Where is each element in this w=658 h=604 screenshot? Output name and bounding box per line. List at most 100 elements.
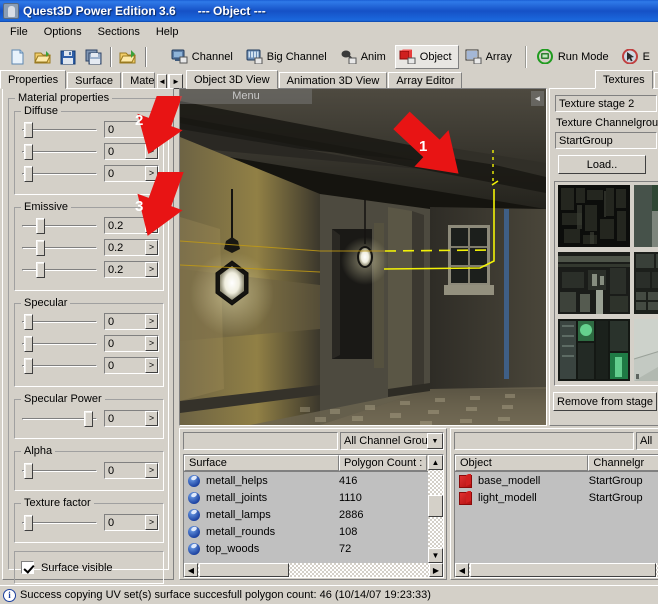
menu-options[interactable]: Options [36, 24, 90, 40]
emissive-value-r[interactable]: 0.2 > [104, 217, 159, 234]
toolbar-button-big-channel[interactable]: Big Channel [242, 45, 334, 69]
emissive-slider-g[interactable] [22, 240, 97, 256]
diffuse-slider-r[interactable] [22, 122, 97, 138]
tab-surface[interactable]: Surface [67, 72, 122, 89]
table-row[interactable]: metall_joints 1110 [184, 489, 443, 506]
table-row[interactable]: light_modell StartGroup [455, 489, 658, 506]
tab-textures[interactable]: Textures [595, 70, 653, 89]
viewport-collapse-icon[interactable]: ◄ [531, 91, 544, 106]
specular-slider-r[interactable] [22, 314, 97, 330]
object-list-horizontal-scrollbar[interactable]: ◀ [455, 563, 658, 577]
texture-stage-box[interactable]: Texture stage 2 [555, 95, 657, 112]
diffuse-slider-g[interactable] [22, 144, 97, 160]
surface-scroll-right-icon[interactable]: ▶ [429, 563, 443, 577]
emissive-b-arrow-icon[interactable]: > [145, 262, 158, 277]
diffuse-slider-b[interactable] [22, 166, 97, 182]
toolbar-button-run-mode[interactable]: Run Mode [533, 45, 616, 69]
tab-array-editor[interactable]: Array Editor [388, 72, 463, 89]
new-document-icon[interactable] [7, 45, 30, 68]
surface-channelgroup-chevron-down-icon[interactable]: ▼ [427, 433, 443, 449]
diffuse-r-arrow-icon[interactable]: > [145, 122, 158, 137]
surface-scroll-up-icon[interactable]: ▲ [428, 455, 443, 470]
emissive-r-arrow-icon[interactable]: > [145, 218, 158, 233]
texture-factor-value[interactable]: 0 > [104, 514, 159, 531]
menu-sections[interactable]: Sections [90, 24, 148, 40]
specular-power-arrow-icon[interactable]: > [145, 411, 158, 426]
specular-value-r[interactable]: 0 > [104, 313, 159, 330]
object-hscroll-thumb[interactable] [470, 563, 656, 577]
save-disk-icon[interactable] [57, 45, 80, 68]
alpha-value[interactable]: 0 > [104, 462, 159, 479]
emissive-g-arrow-icon[interactable]: > [145, 240, 158, 255]
view-tabs-scroll-right-icon[interactable]: ► [169, 74, 183, 89]
tab-object-3d-view[interactable]: Object 3D View [186, 70, 278, 89]
texture-thumbnail-5[interactable] [634, 319, 658, 381]
left-tabs-scroll-left-icon[interactable]: ◄ [157, 74, 168, 89]
emissive-value-b[interactable]: 0.2 > [104, 261, 159, 278]
object-filter-input[interactable] [454, 432, 634, 450]
diffuse-g-arrow-icon[interactable]: > [145, 144, 158, 159]
alpha-slider[interactable] [22, 463, 97, 479]
surface-scroll-down-icon[interactable]: ▼ [428, 548, 443, 563]
diffuse-value-g[interactable]: 0 > [104, 143, 159, 160]
diffuse-value-r[interactable]: 0 > [104, 121, 159, 138]
table-row[interactable]: top_woods 72 [184, 540, 443, 557]
texture-remove-from-stage-button[interactable]: Remove from stage [553, 392, 657, 411]
object-channelgroup-combo[interactable]: All [636, 432, 658, 450]
import-folder-icon[interactable] [117, 45, 140, 68]
texture-factor-slider[interactable] [22, 515, 97, 531]
texture-thumbnail-3[interactable] [634, 252, 658, 314]
specular-r-arrow-icon[interactable]: > [145, 314, 158, 329]
texture-thumbnail-0[interactable] [558, 185, 630, 247]
specular-g-arrow-icon[interactable]: > [145, 336, 158, 351]
specular-slider-g[interactable] [22, 336, 97, 352]
viewport-menu-label[interactable]: Menu [180, 89, 312, 104]
specular-value-g[interactable]: 0 > [104, 335, 159, 352]
specular-value-b[interactable]: 0 > [104, 357, 159, 374]
object-list-body[interactable]: base_modell StartGroup light_modell Star… [455, 472, 658, 562]
menu-help[interactable]: Help [148, 24, 187, 40]
toolbar-button-object[interactable]: Object [394, 44, 459, 69]
object-3d-viewport[interactable]: Menu ◄ [180, 89, 546, 425]
tab-animation-3d-view[interactable]: Animation 3D View [278, 72, 388, 89]
texture-factor-arrow-icon[interactable]: > [145, 515, 158, 530]
surface-visible-row[interactable]: Surface visible [21, 561, 113, 574]
specular-power-value[interactable]: 0 > [104, 410, 159, 427]
diffuse-value-b[interactable]: 0 > [104, 165, 159, 182]
toolbar-button-edit-mode[interactable]: E [618, 45, 657, 69]
tab-textures-next[interactable]: T [653, 72, 658, 89]
toolbar-button-anim[interactable]: Anim [336, 45, 393, 69]
tab-material[interactable]: Materia [122, 72, 156, 89]
emissive-slider-b[interactable] [22, 262, 97, 278]
surface-list-vertical-scrollbar[interactable]: ▲ ▼ [428, 455, 443, 563]
surface-scroll-thumb[interactable] [428, 495, 443, 517]
specular-b-arrow-icon[interactable]: > [145, 358, 158, 373]
specular-power-slider[interactable] [22, 411, 97, 427]
toolbar-button-channel[interactable]: Channel [167, 45, 240, 69]
alpha-arrow-icon[interactable]: > [145, 463, 158, 478]
save-all-icon[interactable] [82, 45, 105, 68]
surface-channelgroup-combo[interactable]: All Channel Grou ▼ [340, 432, 444, 450]
texture-thumbnail-1[interactable] [634, 185, 658, 247]
surface-visible-checkbox[interactable] [21, 561, 34, 574]
surface-filter-input[interactable] [183, 432, 338, 450]
texture-thumbnail-2[interactable] [558, 252, 630, 314]
table-row[interactable]: base_modell StartGroup [455, 472, 658, 489]
texture-load-button[interactable]: Load.. [558, 155, 646, 174]
polygon-count-column-header[interactable]: Polygon Count : 7 [339, 455, 427, 471]
channelgroup-column-header[interactable]: Channelgr [588, 455, 658, 471]
surface-list-body[interactable]: metall_helps 416 metall_joints 1110 meta… [184, 472, 443, 562]
specular-slider-b[interactable] [22, 358, 97, 374]
surface-hscroll-thumb[interactable] [199, 563, 289, 577]
surface-scroll-left-icon[interactable]: ◀ [184, 563, 198, 577]
table-row[interactable]: metall_lamps 2886 [184, 506, 443, 523]
object-scroll-left-icon[interactable]: ◀ [455, 563, 469, 577]
surface-list-horizontal-scrollbar[interactable]: ◀ ▶ [184, 563, 443, 577]
texture-channelgroup-box[interactable]: StartGroup [555, 132, 657, 149]
surface-column-header[interactable]: Surface [184, 455, 339, 471]
object-column-header[interactable]: Object [455, 455, 589, 471]
table-row[interactable]: metall_rounds 108 [184, 523, 443, 540]
emissive-value-g[interactable]: 0.2 > [104, 239, 159, 256]
texture-thumbnail-4[interactable] [558, 319, 630, 381]
tab-properties[interactable]: Properties [0, 70, 67, 89]
